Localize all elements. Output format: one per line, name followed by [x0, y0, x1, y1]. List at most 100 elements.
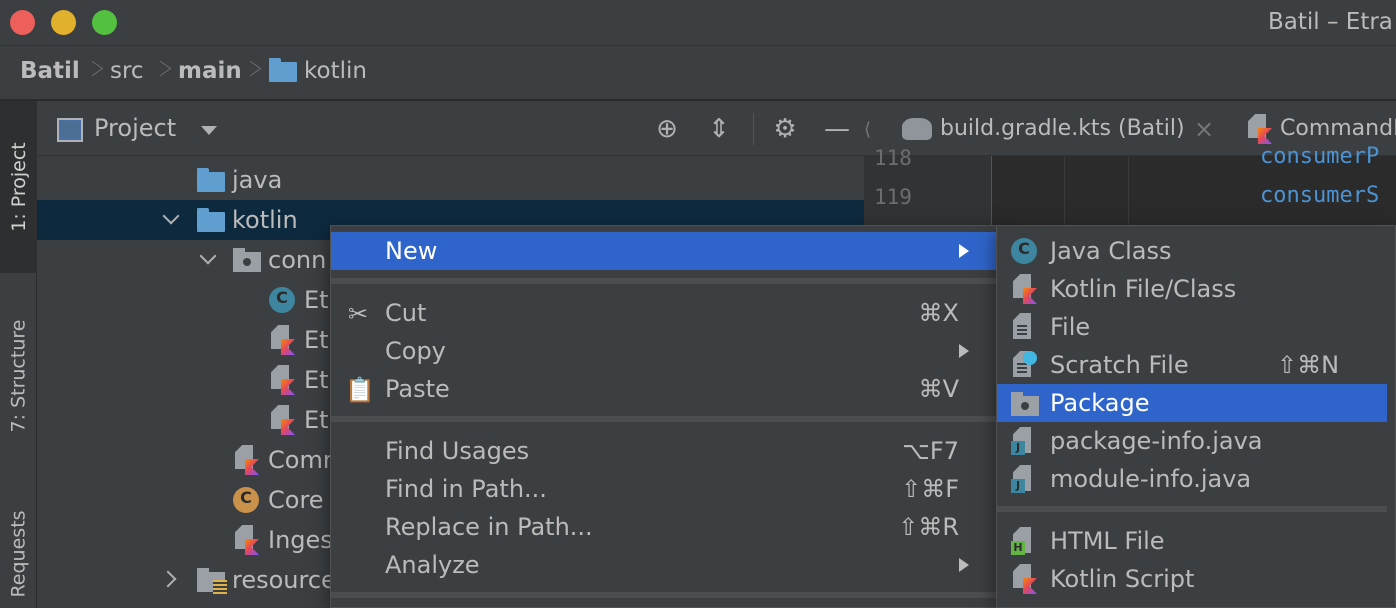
menu-item-shortcut: ⇧⌘N [1277, 351, 1340, 379]
tree-item-label: Et [304, 366, 329, 394]
tree-item-label: Et [304, 326, 329, 354]
code-line[interactable]: consumerS [1260, 183, 1379, 208]
menu-item-label: Kotlin Script [1050, 565, 1195, 593]
project-view-icon [57, 118, 83, 142]
menu-item-html-file[interactable]: H HTML File [997, 522, 1387, 560]
menu-item-find-in-path[interactable]: Find in Path... ⇧⌘F [331, 470, 997, 508]
collapse-all-icon[interactable]: ⇕ [705, 115, 733, 143]
line-number: 118 [874, 146, 912, 170]
breadcrumb-project[interactable]: Batil [20, 58, 80, 84]
close-window-button[interactable] [10, 10, 35, 35]
chevron-down-icon[interactable] [201, 126, 217, 135]
breadcrumb-main[interactable]: main [178, 58, 242, 84]
menu-item-label: package-info.java [1050, 427, 1263, 455]
tab-build-gradle[interactable]: build.gradle.kts (Batil) [940, 116, 1185, 141]
file-icon [1011, 313, 1033, 341]
toolbar-divider [753, 113, 754, 145]
tab-requests[interactable]: Requests [0, 499, 37, 608]
project-panel-title[interactable]: Project [94, 114, 176, 142]
kotlin-file-icon [1246, 114, 1272, 144]
maximize-window-button[interactable] [92, 10, 117, 35]
menu-item-find-usages[interactable]: Find Usages ⌥F7 [331, 432, 997, 470]
menu-separator [331, 278, 997, 284]
menu-item-shortcut: ⇧⌘R [898, 513, 959, 541]
kotlin-file-icon [233, 525, 259, 555]
hide-panel-icon[interactable]: — [823, 115, 851, 143]
menu-item-label: Paste [385, 375, 450, 403]
menu-item-label: HTML File [1050, 527, 1165, 555]
breadcrumb-separator [154, 56, 166, 86]
kotlin-file-icon [233, 445, 259, 475]
chevron-down-icon[interactable] [162, 210, 178, 226]
tree-item-label: resource [232, 566, 336, 594]
java-file-icon: J [1011, 427, 1033, 455]
menu-item-java-class[interactable]: Java Class [997, 232, 1387, 270]
menu-item-shortcut: ⌥F7 [902, 437, 959, 465]
menu-item-label: Scratch File [1050, 351, 1189, 379]
submenu-arrow-icon [959, 558, 969, 572]
html-file-icon: H [1011, 527, 1033, 555]
locate-icon[interactable]: ⊕ [653, 115, 681, 143]
menu-item-package[interactable]: Package [997, 384, 1387, 422]
menu-item-file[interactable]: File [997, 308, 1387, 346]
menu-item-kotlin-file-class[interactable]: Kotlin File/Class [997, 270, 1387, 308]
menu-item-cut[interactable]: ✂ Cut ⌘X [331, 294, 997, 332]
menu-item-replace-in-path[interactable]: Replace in Path... ⇧⌘R [331, 508, 997, 546]
resource-folder-icon [197, 568, 227, 594]
menu-item-paste[interactable]: 📋 Paste ⌘V [331, 370, 997, 408]
menu-item-label: Package [1050, 389, 1150, 417]
left-tool-strip: 1: Project 7: Structure Requests [0, 101, 37, 608]
menu-item-kotlin-script[interactable]: Kotlin Script [997, 560, 1387, 598]
tab-structure[interactable]: 7: Structure [0, 291, 37, 461]
tree-item-label: kotlin [232, 206, 298, 234]
close-tab-icon[interactable]: × [1194, 115, 1214, 143]
tab-requests-label: Requests [7, 509, 30, 598]
menu-item-label: Copy [385, 337, 446, 365]
tree-item-label: Et [304, 406, 329, 434]
new-submenu: Java Class Kotlin File/Class File Scratc… [996, 225, 1396, 608]
context-menu: New ✂ Cut ⌘X Copy 📋 Paste ⌘V Find Usages… [330, 225, 998, 608]
window-title: Batil – Etra [1268, 9, 1393, 35]
kotlin-class-icon [269, 287, 295, 313]
menu-item-label: Find in Path... [385, 475, 547, 503]
menu-item-analyze[interactable]: Analyze [331, 546, 997, 584]
menu-item-package-info[interactable]: J package-info.java [997, 422, 1387, 460]
chevron-down-icon[interactable] [199, 250, 215, 266]
package-icon [233, 248, 261, 272]
line-number: 119 [874, 185, 912, 209]
tree-item-java[interactable]: java [37, 160, 864, 200]
menu-item-scratch-file[interactable]: Scratch File ⇧⌘N [997, 346, 1387, 384]
scissors-icon: ✂ [347, 300, 369, 328]
kotlin-class-icon [233, 487, 259, 513]
kotlin-script-icon [1011, 564, 1037, 594]
package-icon [1011, 392, 1039, 416]
folder-icon [197, 168, 225, 192]
tab-project-label: 1: Project [7, 142, 30, 232]
minimize-window-button[interactable] [51, 10, 76, 35]
submenu-arrow-icon [959, 244, 969, 258]
menu-separator [331, 592, 997, 598]
breadcrumb-src[interactable]: src [110, 58, 144, 84]
menu-item-new[interactable]: New [331, 232, 997, 270]
menu-item-module-info[interactable]: J module-info.java [997, 460, 1387, 498]
code-line[interactable]: consumerP [1260, 144, 1379, 169]
kotlin-file-icon [269, 325, 295, 355]
kotlin-file-icon [269, 405, 295, 435]
tab-commandl[interactable]: CommandL [1280, 116, 1396, 141]
menu-item-copy[interactable]: Copy [331, 332, 997, 370]
menu-item-label: Analyze [385, 551, 480, 579]
breadcrumb-kotlin[interactable]: kotlin [304, 58, 367, 84]
menu-separator [331, 416, 997, 422]
navigation-bar: Batil src main kotlin [0, 46, 1396, 100]
menu-item-shortcut: ⌘X [918, 299, 959, 327]
gear-icon[interactable]: ⚙ [771, 115, 799, 143]
java-class-icon [1011, 238, 1037, 264]
tree-item-label: Et [304, 286, 329, 314]
chevron-right-icon[interactable] [162, 570, 178, 586]
menu-item-shortcut: ⇧⌘F [901, 475, 959, 503]
menu-item-label: Find Usages [385, 437, 530, 465]
tree-item-label: Inges [268, 526, 333, 554]
tab-scroll-chevron-icon[interactable]: ⟨ [864, 119, 871, 140]
tab-project[interactable]: 1: Project [0, 101, 37, 273]
clipboard-icon: 📋 [345, 376, 375, 404]
